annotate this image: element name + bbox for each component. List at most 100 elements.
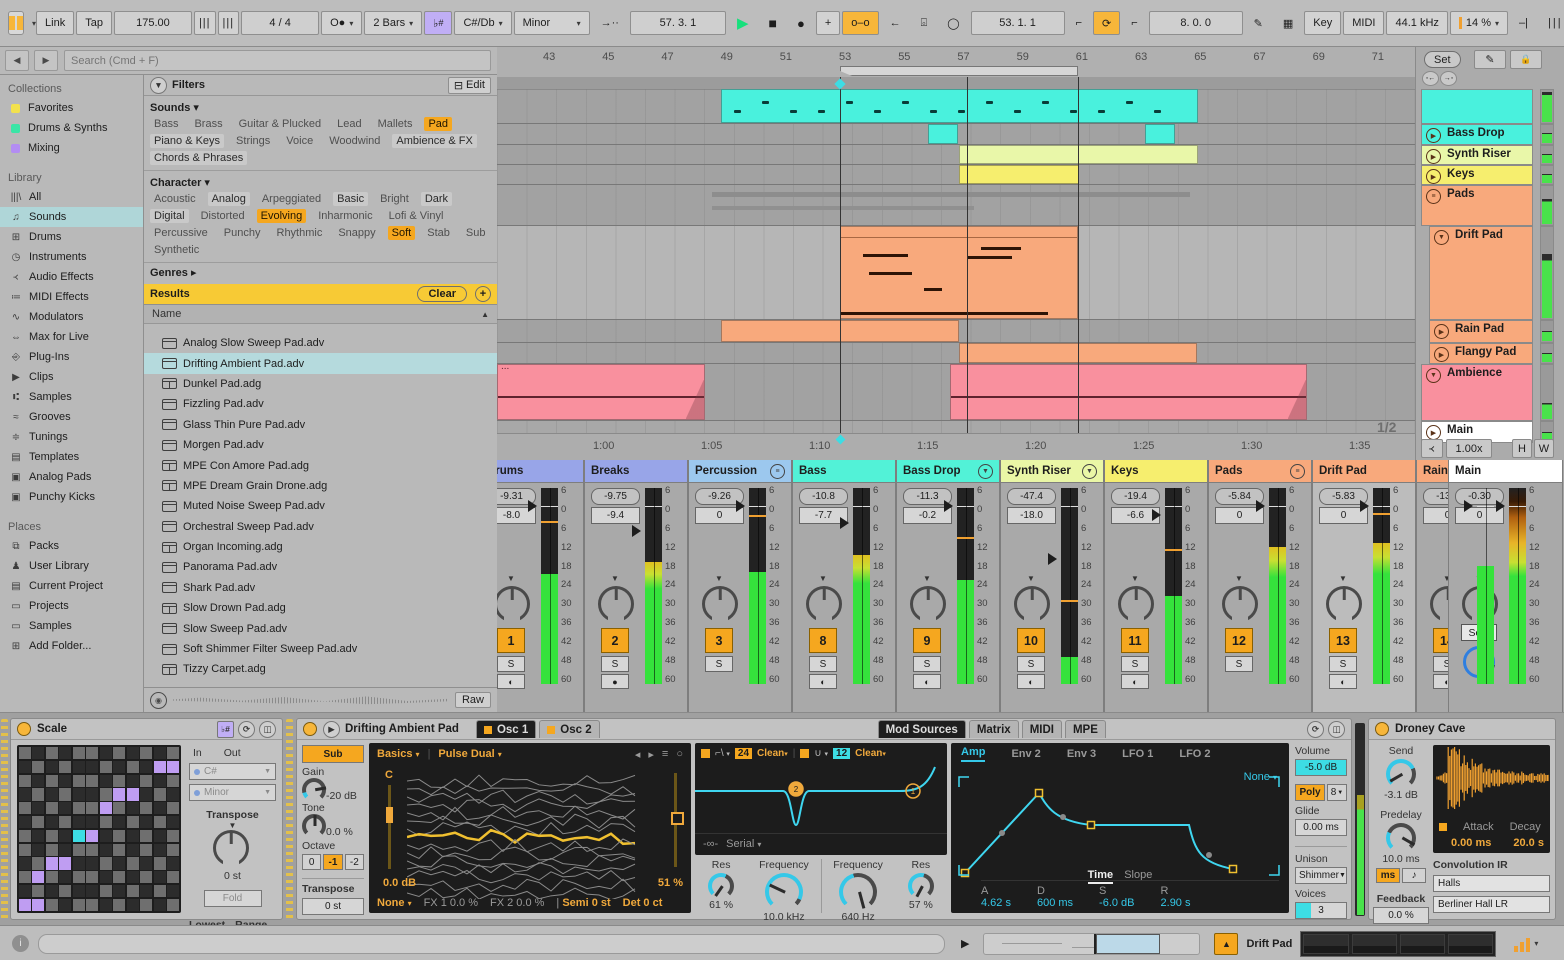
re-enable-automation-button[interactable]: ← [881, 11, 910, 35]
sub-tone-knob[interactable] [302, 814, 326, 838]
raw-button[interactable]: Raw [454, 692, 491, 708]
fold-button[interactable]: Fold [203, 890, 262, 907]
scale-grid-cell[interactable] [72, 871, 85, 884]
scale-grid-cell[interactable] [167, 857, 179, 870]
computer-midi-keyboard-button[interactable]: ▦ [1274, 11, 1302, 35]
scale-grid-cell[interactable] [126, 898, 139, 911]
scale-grid-cell[interactable] [99, 774, 112, 787]
scale-grid-cell[interactable] [72, 802, 85, 815]
scale-grid-cell[interactable] [86, 802, 99, 815]
result-row[interactable]: Shark Pad.adv [144, 578, 497, 598]
monitor-button[interactable]: ◐ [1121, 674, 1149, 689]
sub-tone-value[interactable]: 0.0 % [326, 826, 353, 838]
clip[interactable] [959, 165, 1079, 184]
scale-grid-cell[interactable] [19, 843, 31, 856]
scale-grid-cell[interactable] [140, 788, 153, 801]
filter-tag-bright[interactable]: Bright [376, 192, 413, 206]
scale-grid-cell[interactable] [167, 829, 179, 843]
result-row[interactable]: Soft Shimmer Filter Sweep Pad.adv [144, 639, 497, 659]
output-meter-icon[interactable] [1514, 936, 1531, 952]
scale-grid-cell[interactable] [45, 760, 58, 774]
tab-osc2[interactable]: Osc 2 [539, 720, 600, 738]
scale-grid-cell[interactable] [59, 788, 72, 801]
scale-grid-cell[interactable] [59, 884, 72, 898]
filter-tag-basic[interactable]: Basic [333, 192, 369, 206]
sidebar-item-analog-pads[interactable]: ▣ Analog Pads [0, 467, 143, 487]
track-header-drift-pad[interactable]: ▼ Drift Pad [1429, 226, 1533, 320]
stop-button[interactable]: ■ [760, 11, 786, 35]
filter1-slope[interactable]: 24 [734, 747, 753, 759]
sidebar-item-max-for-live[interactable]: ⇔ Max for Live [0, 327, 143, 347]
octave-button-0[interactable]: 0 [302, 854, 322, 870]
scale-grid-cell[interactable] [19, 747, 31, 760]
clip[interactable] [721, 89, 1198, 123]
quantize-menu[interactable]: 2 Bars ▾ [364, 11, 423, 35]
glide-value[interactable]: 0.00 ms [1295, 819, 1347, 836]
scale-grid-cell[interactable] [167, 843, 179, 856]
ir-category-select[interactable]: Halls [1433, 875, 1550, 892]
scale-grid-cell[interactable] [59, 829, 72, 843]
strip-header[interactable]: Synth Riser ▼ [1001, 460, 1103, 483]
filter-tag-punchy[interactable]: Punchy [220, 226, 265, 240]
osc-fx-mode-select[interactable]: None ▾ [377, 897, 412, 909]
scale-grid-cell[interactable] [113, 788, 126, 801]
scale-grid[interactable] [17, 745, 181, 913]
osc-fx1-value[interactable]: FX 1 0.0 % [424, 897, 478, 909]
save-preset-icon[interactable]: ◫ [1328, 720, 1345, 738]
result-row[interactable]: MPE Dream Grain Drone.adg [144, 476, 497, 496]
sidebar-item-add-folder-[interactable]: ⊞ Add Folder... [0, 636, 143, 656]
osc-gain-slider[interactable] [386, 785, 393, 869]
monitor-button[interactable]: ◐ [497, 674, 525, 689]
res1-value[interactable]: 61 % [695, 899, 747, 911]
scale-mode-select[interactable]: Minor ▼ [189, 784, 276, 801]
filter1-type-icon[interactable]: ⌐\ ▾ [715, 748, 730, 759]
result-row[interactable]: Slow Sweep Pad.adv [144, 618, 497, 638]
browser-forward-icon[interactable]: ▶ [34, 50, 58, 71]
sidebar-item-plug-ins[interactable]: ⎆ Plug-Ins [0, 347, 143, 367]
pan-knob[interactable] [702, 586, 738, 622]
filter2-mode-select[interactable]: Clean▾ [855, 748, 886, 759]
scale-grid-cell[interactable] [32, 843, 45, 856]
filter-tag-digital[interactable]: Digital [150, 209, 189, 223]
scale-grid-cell[interactable] [45, 802, 58, 815]
scale-grid-cell[interactable] [32, 857, 45, 870]
scale-grid-cell[interactable] [32, 788, 45, 801]
scale-grid-cell[interactable] [32, 884, 45, 898]
scale-grid-cell[interactable] [126, 884, 139, 898]
scale-grid-cell[interactable] [32, 829, 45, 843]
scale-grid-cell[interactable] [167, 747, 179, 760]
scale-grid-cell[interactable] [167, 802, 179, 815]
time-signature-field[interactable]: 4 / 4 [241, 11, 320, 35]
filter2-type-icon[interactable]: ∪ ▾ [814, 748, 828, 759]
filter-tag-piano-keys[interactable]: Piano & Keys [150, 134, 225, 148]
sidebar-item-templates[interactable]: ▤ Templates [0, 447, 143, 467]
genres-section[interactable]: Genres ▸ [144, 263, 497, 284]
sidebar-item-grooves[interactable]: ≈ Grooves [0, 407, 143, 427]
track-lane-rain-pad[interactable] [497, 320, 1415, 343]
sidebar-item-user-library[interactable]: ♟ User Library [0, 556, 143, 576]
scale-grid-cell[interactable] [140, 815, 153, 829]
peak-level-display[interactable]: -10.8 [799, 488, 848, 505]
pan-knob[interactable] [910, 586, 946, 622]
tap-tempo-button[interactable]: Tap [76, 11, 112, 35]
scale-grid-cell[interactable] [153, 788, 166, 801]
scale-grid-cell[interactable] [19, 760, 31, 774]
scale-grid-cell[interactable] [59, 857, 72, 870]
filter-tag-percussive[interactable]: Percussive [150, 226, 212, 240]
predelay-knob[interactable] [1386, 823, 1416, 853]
filter-group-header[interactable]: Character ▾ [150, 174, 491, 192]
octave-button--2[interactable]: -2 [344, 854, 364, 870]
track-lane-pads[interactable] [497, 185, 1415, 226]
scale-grid-cell[interactable] [126, 829, 139, 843]
scale-grid-cell[interactable] [140, 760, 153, 774]
scale-grid-cell[interactable] [19, 829, 31, 843]
filter-tag-strings[interactable]: Strings [232, 134, 274, 148]
preview-play-icon[interactable]: ▶ [323, 720, 340, 738]
preview-waveform[interactable] [173, 696, 449, 705]
draw-automation-button[interactable]: ✎ [1474, 50, 1506, 69]
filter-tag-guitar-plucked[interactable]: Guitar & Plucked [235, 117, 326, 131]
scale-grid-cell[interactable] [72, 760, 85, 774]
filter-tag-acoustic[interactable]: Acoustic [150, 192, 200, 206]
clip[interactable] [840, 226, 1078, 319]
filter-tag-dark[interactable]: Dark [420, 192, 453, 206]
